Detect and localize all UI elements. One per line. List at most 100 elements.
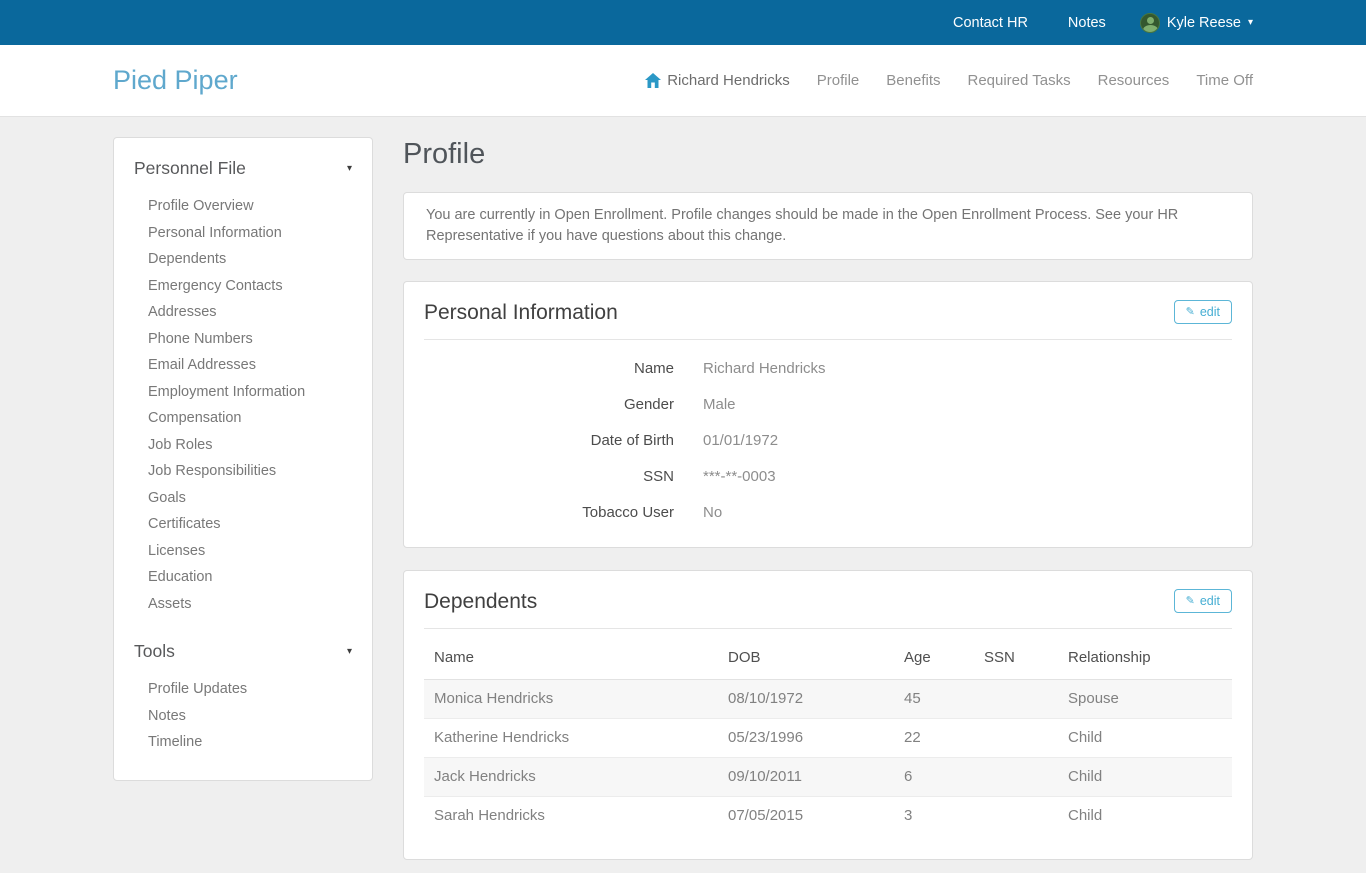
field-label: Tobacco User <box>424 503 674 523</box>
dependents-title: Dependents <box>424 589 537 615</box>
contact-hr-link[interactable]: Contact HR <box>947 14 1034 32</box>
sidebar-item-certificates[interactable]: Certificates <box>148 511 352 538</box>
divider <box>424 628 1232 629</box>
column-header-name: Name <box>424 630 718 680</box>
notes-link[interactable]: Notes <box>1062 14 1112 32</box>
field-tobacco-user: Tobacco User No <box>424 503 1232 523</box>
main-nav: Richard Hendricks Profile Benefits Requi… <box>645 72 1253 89</box>
cell-name: Katherine Hendricks <box>424 719 718 758</box>
home-icon <box>645 73 661 88</box>
sidebar-item-job-roles[interactable]: Job Roles <box>148 432 352 459</box>
sidebar-item-education[interactable]: Education <box>148 564 352 591</box>
personal-information-title: Personal Information <box>424 300 618 326</box>
chevron-down-icon: ▾ <box>347 164 352 174</box>
nav-profile[interactable]: Profile <box>817 72 860 89</box>
field-date-of-birth: Date of Birth 01/01/1972 <box>424 431 1232 451</box>
cell-relationship: Child <box>1058 797 1232 836</box>
sidebar-item-job-responsibilities[interactable]: Job Responsibilities <box>148 458 352 485</box>
sidebar-item-personal-information[interactable]: Personal Information <box>148 220 352 247</box>
cell-name: Monica Hendricks <box>424 680 718 719</box>
sidebar-item-dependents[interactable]: Dependents <box>148 246 352 273</box>
field-value: ***-**-0003 <box>703 467 776 487</box>
edit-dependents-button[interactable]: ✎ edit <box>1174 589 1232 613</box>
field-name: Name Richard Hendricks <box>424 359 1232 379</box>
field-label: Date of Birth <box>424 431 674 451</box>
sidebar-item-notes[interactable]: Notes <box>148 703 352 730</box>
pencil-icon: ✎ <box>1186 307 1195 318</box>
sidebar-item-licenses[interactable]: Licenses <box>148 538 352 565</box>
sidebar-item-email-addresses[interactable]: Email Addresses <box>148 352 352 379</box>
sidebar-item-compensation[interactable]: Compensation <box>148 405 352 432</box>
cell-ssn <box>974 758 1058 797</box>
chevron-down-icon: ▾ <box>347 647 352 657</box>
sidebar-item-profile-updates[interactable]: Profile Updates <box>148 676 352 703</box>
field-value: 01/01/1972 <box>703 431 778 451</box>
header: Pied Piper Richard Hendricks Profile Ben… <box>0 45 1366 117</box>
column-header-relationship: Relationship <box>1058 630 1232 680</box>
chevron-down-icon: ▾ <box>1248 18 1253 28</box>
nav-benefits[interactable]: Benefits <box>886 72 940 89</box>
nav-required-tasks[interactable]: Required Tasks <box>967 72 1070 89</box>
brand-logo[interactable]: Pied Piper <box>113 65 238 96</box>
sidebar-item-assets[interactable]: Assets <box>148 591 352 618</box>
cell-age: 22 <box>894 719 974 758</box>
cell-age: 45 <box>894 680 974 719</box>
user-menu[interactable]: Kyle Reese ▾ <box>1140 13 1253 33</box>
cell-name: Jack Hendricks <box>424 758 718 797</box>
field-label: Name <box>424 359 674 379</box>
field-value: Male <box>703 395 736 415</box>
sidebar: Personnel File ▾ Profile Overview Person… <box>113 137 373 781</box>
column-header-dob: DOB <box>718 630 894 680</box>
nav-resources[interactable]: Resources <box>1098 72 1170 89</box>
sidebar-item-emergency-contacts[interactable]: Emergency Contacts <box>148 273 352 300</box>
pencil-icon: ✎ <box>1186 596 1195 607</box>
edit-personal-information-button[interactable]: ✎ edit <box>1174 300 1232 324</box>
nav-employee-home[interactable]: Richard Hendricks <box>645 72 790 89</box>
sidebar-section-personnel-file: Personnel File ▾ Profile Overview Person… <box>134 158 352 617</box>
cell-dob: 07/05/2015 <box>718 797 894 836</box>
field-value: No <box>703 503 722 523</box>
sidebar-item-profile-overview[interactable]: Profile Overview <box>148 193 352 220</box>
dependents-card: Dependents ✎ edit Name DOB Age SSN <box>403 570 1253 860</box>
personal-information-card: Personal Information ✎ edit Name Richard… <box>403 281 1253 548</box>
sidebar-item-addresses[interactable]: Addresses <box>148 299 352 326</box>
user-name: Kyle Reese <box>1167 15 1241 31</box>
nav-time-off[interactable]: Time Off <box>1196 72 1253 89</box>
cell-relationship: Child <box>1058 758 1232 797</box>
column-header-ssn: SSN <box>974 630 1058 680</box>
notice-text: You are currently in Open Enrollment. Pr… <box>426 207 1178 244</box>
table-row: Sarah Hendricks 07/05/2015 3 Child <box>424 797 1232 836</box>
sidebar-item-employment-information[interactable]: Employment Information <box>148 379 352 406</box>
sidebar-section-tools: Tools ▾ Profile Updates Notes Timeline <box>134 641 352 756</box>
sidebar-item-phone-numbers[interactable]: Phone Numbers <box>148 326 352 353</box>
table-header-row: Name DOB Age SSN Relationship <box>424 630 1232 680</box>
table-row: Monica Hendricks 08/10/1972 45 Spouse <box>424 680 1232 719</box>
cell-ssn <box>974 797 1058 836</box>
cell-dob: 09/10/2011 <box>718 758 894 797</box>
column-header-age: Age <box>894 630 974 680</box>
cell-age: 3 <box>894 797 974 836</box>
field-label: SSN <box>424 467 674 487</box>
cell-ssn <box>974 680 1058 719</box>
main-content: Profile You are currently in Open Enroll… <box>403 137 1253 860</box>
personnel-file-header[interactable]: Personnel File ▾ <box>134 158 352 189</box>
tools-header[interactable]: Tools ▾ <box>134 641 352 672</box>
table-row: Jack Hendricks 09/10/2011 6 Child <box>424 758 1232 797</box>
topbar: Contact HR Notes Kyle Reese ▾ <box>0 0 1366 45</box>
sidebar-item-timeline[interactable]: Timeline <box>148 729 352 756</box>
user-avatar-icon <box>1140 13 1160 33</box>
cell-age: 6 <box>894 758 974 797</box>
page-title: Profile <box>403 137 1253 171</box>
cell-relationship: Child <box>1058 719 1232 758</box>
cell-name: Sarah Hendricks <box>424 797 718 836</box>
field-label: Gender <box>424 395 674 415</box>
cell-dob: 05/23/1996 <box>718 719 894 758</box>
table-row: Katherine Hendricks 05/23/1996 22 Child <box>424 719 1232 758</box>
field-value: Richard Hendricks <box>703 359 826 379</box>
dependents-table: Name DOB Age SSN Relationship Monica Hen… <box>424 630 1232 835</box>
cell-dob: 08/10/1972 <box>718 680 894 719</box>
open-enrollment-notice: You are currently in Open Enrollment. Pr… <box>403 192 1253 260</box>
field-ssn: SSN ***-**-0003 <box>424 467 1232 487</box>
cell-ssn <box>974 719 1058 758</box>
sidebar-item-goals[interactable]: Goals <box>148 485 352 512</box>
